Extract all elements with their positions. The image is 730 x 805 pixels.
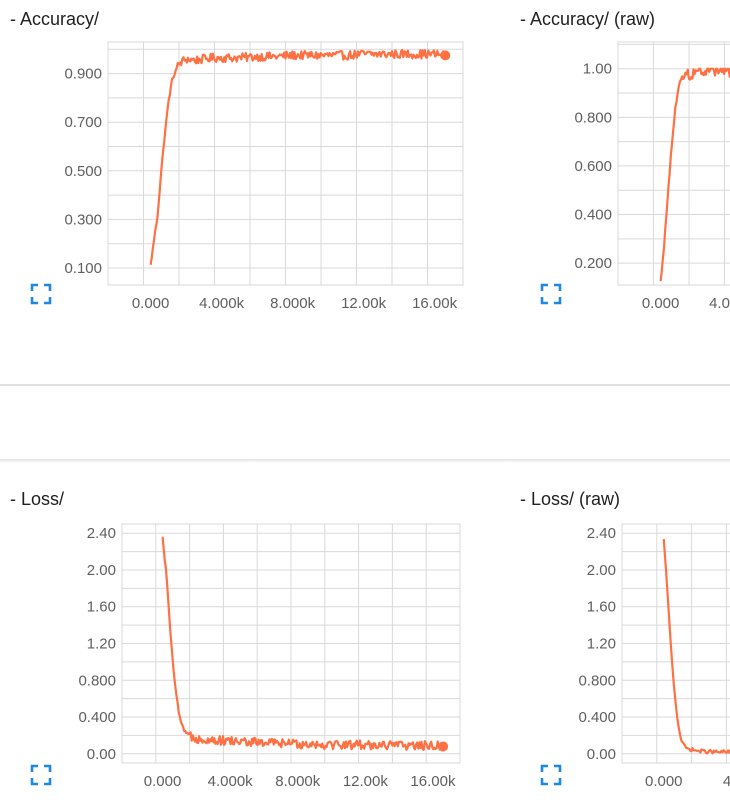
- line-chart-loss[interactable]: 0.00 0.400 0.800 1.20 1.60 2.00 2.40 0.000 4.000…: [10, 488, 490, 805]
- x-tick-label: 4.000k: [208, 773, 254, 790]
- line-chart-accuracy[interactable]: 0.100 0.300 0.500 0.700 0.900 0.000 4.000k 8.00…: [10, 8, 490, 318]
- y-tick-label: 0.800: [574, 109, 612, 126]
- y-tick-label: 0.500: [64, 163, 102, 180]
- expand-corners-glyph: [30, 283, 52, 305]
- expand-icon[interactable]: [540, 764, 562, 786]
- x-tick-label: 0.000: [642, 295, 680, 312]
- x-tick-label: 0.000: [144, 773, 182, 790]
- chart-card-loss: - Loss/ 0.00 0.400 0.800 1.20 1.60 2.00 2.40 0.…: [10, 488, 490, 805]
- chart-card-accuracy: - Accuracy/ 0.100 0.300 0.500 0.700 0.900 0.0…: [10, 8, 490, 318]
- y-tick-label: 0.300: [64, 211, 102, 228]
- y-tick-label: 0.700: [64, 114, 102, 131]
- grid: [617, 41, 730, 286]
- expand-icon[interactable]: [540, 283, 562, 305]
- y-tick-label: 2.40: [87, 525, 116, 542]
- y-tick-label: 1.00: [583, 61, 612, 78]
- y-tick-label: 0.600: [574, 158, 612, 175]
- y-tick-label: 2.40: [587, 525, 616, 542]
- y-tick-label: 2.00: [587, 562, 616, 579]
- series-line: [662, 539, 730, 755]
- y-tick-label: 0.800: [78, 672, 116, 689]
- grid: [121, 523, 461, 764]
- y-tick-label: 0.00: [587, 746, 616, 763]
- chart-card-accuracy-raw: - Accuracy/ (raw) 0.200 0.400 0.600 0.800 1.…: [520, 8, 730, 318]
- y-tick-label: 2.00: [87, 562, 116, 579]
- y-tick-label: 1.60: [87, 599, 116, 616]
- expand-corners-glyph: [540, 283, 562, 305]
- expand-corners-glyph: [540, 764, 562, 786]
- expand-icon[interactable]: [30, 283, 52, 305]
- series-line: [149, 49, 447, 265]
- x-tick-label: 4.000k: [199, 295, 245, 312]
- x-tick-label: 12.00k: [341, 295, 387, 312]
- y-tick-label: 0.900: [64, 66, 102, 83]
- y-tick-label: 0.400: [574, 207, 612, 224]
- y-tick-label: 0.400: [78, 709, 116, 726]
- x-tick-label: 0.000: [132, 295, 170, 312]
- expand-icon[interactable]: [30, 764, 52, 786]
- y-tick-label: 0.100: [64, 260, 102, 277]
- y-tick-label: 0.400: [578, 709, 616, 726]
- y-tick-label: 1.60: [587, 599, 616, 616]
- x-tick-label: 16.00k: [410, 773, 456, 790]
- y-tick-label: 0.800: [578, 672, 616, 689]
- series-end-marker: [438, 741, 449, 752]
- x-tick-label: 8.000k: [275, 773, 321, 790]
- chart-card-loss-raw: - Loss/ (raw) 0.00 0.400 0.800 1.20 1.60 2.00…: [520, 488, 730, 805]
- section-shadow: [0, 459, 730, 463]
- x-tick-label: 12.00k: [343, 773, 389, 790]
- y-tick-label: 1.20: [87, 636, 116, 653]
- x-tick-label: 4.000k: [709, 295, 730, 312]
- section-gap: [0, 386, 730, 460]
- x-tick-label: 0.000: [645, 773, 683, 790]
- x-tick-label: 16.00k: [412, 295, 458, 312]
- series-line: [659, 67, 730, 282]
- x-tick-label: 8.000k: [270, 295, 316, 312]
- line-chart-accuracy-raw[interactable]: 0.200 0.400 0.600 0.800 1.00 0.000 4.000k: [520, 8, 730, 318]
- series-end-marker: [440, 50, 451, 61]
- x-tick-label: 4.0: [723, 773, 730, 790]
- y-tick-label: 0.200: [574, 255, 612, 272]
- grid: [621, 523, 730, 764]
- y-tick-label: 0.00: [87, 746, 116, 763]
- y-tick-label: 1.20: [587, 636, 616, 653]
- line-chart-loss-raw[interactable]: 0.00 0.400 0.800 1.20 1.60 2.00 2.40 0.000 4.0: [520, 488, 730, 805]
- expand-corners-glyph: [30, 764, 52, 786]
